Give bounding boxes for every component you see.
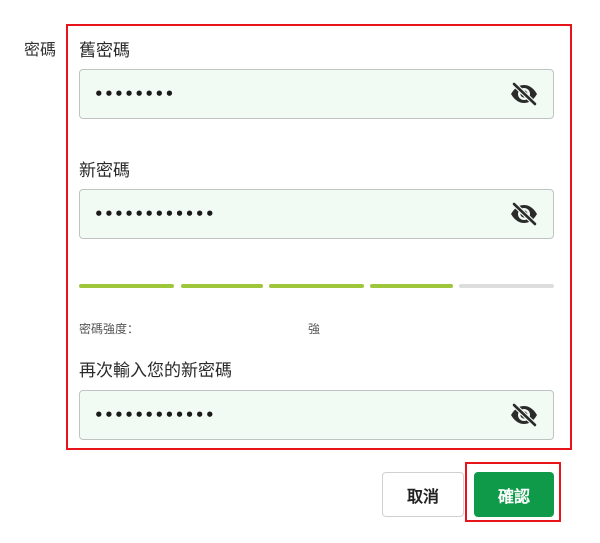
password-section-label: 密碼 — [24, 40, 57, 59]
old-password-field[interactable]: •••••••• — [79, 69, 554, 119]
confirm-button[interactable]: 確認 — [474, 472, 554, 517]
strength-value: 強 — [308, 322, 321, 336]
strength-segment — [459, 284, 554, 288]
strength-segment — [79, 284, 174, 288]
eye-slash-icon[interactable] — [509, 82, 539, 106]
eye-slash-icon[interactable] — [509, 403, 539, 427]
cancel-button[interactable]: 取消 — [382, 472, 464, 517]
eye-slash-icon[interactable] — [509, 202, 539, 226]
confirm-password-value: •••••••••••• — [94, 406, 216, 424]
new-password-label: 新密碼 — [79, 161, 130, 181]
old-password-value: •••••••• — [94, 85, 175, 103]
strength-segment — [181, 284, 263, 288]
strength-label: 密碼強度： — [79, 322, 140, 336]
confirm-password-field[interactable]: •••••••••••• — [79, 390, 554, 440]
strength-segment — [269, 284, 364, 288]
old-password-label: 舊密碼 — [79, 41, 130, 61]
new-password-value: •••••••••••• — [94, 205, 216, 223]
new-password-field[interactable]: •••••••••••• — [79, 189, 554, 239]
strength-segment — [370, 284, 453, 288]
confirm-password-label: 再次輸入您的新密碼 — [79, 361, 232, 381]
